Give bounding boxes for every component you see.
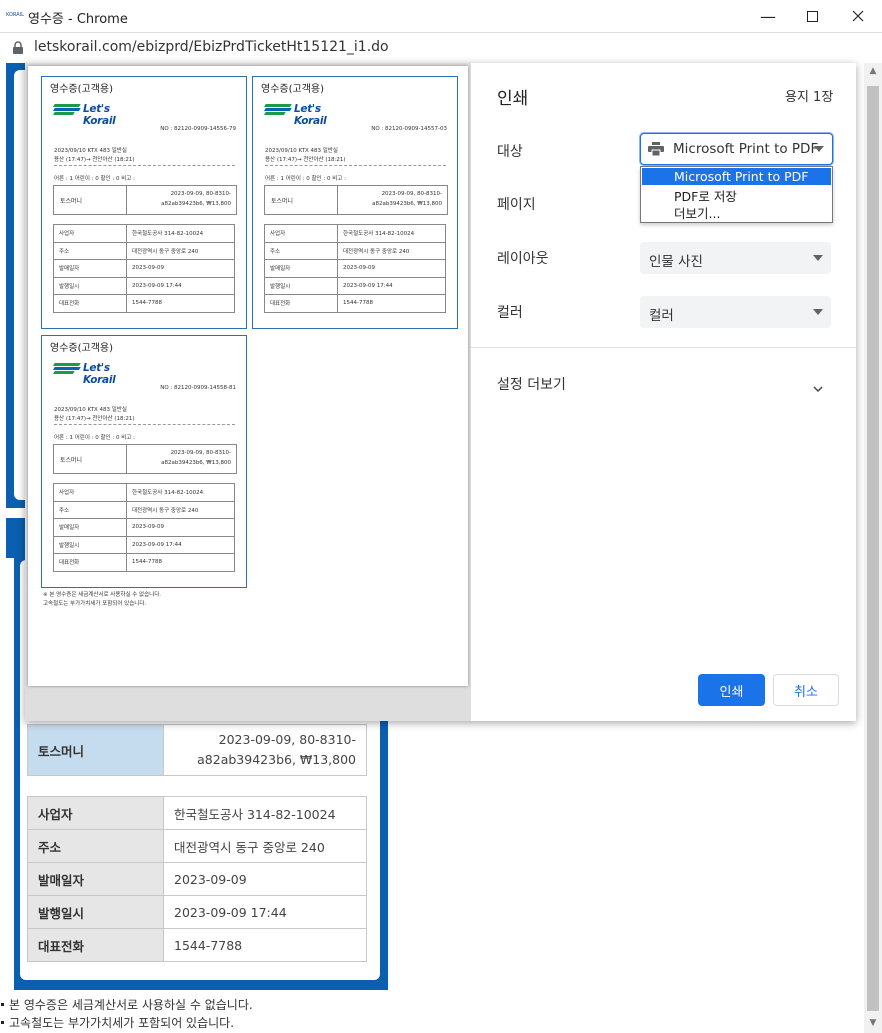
- minimize-icon[interactable]: —: [746, 4, 790, 28]
- table-row: 발매일자 2023-09-09: [27, 862, 367, 896]
- divider: [265, 165, 446, 166]
- more-settings-toggle[interactable]: 설정 더보기: [497, 374, 566, 394]
- color-label: 컬러: [497, 305, 523, 321]
- close-icon[interactable]: [836, 4, 880, 28]
- scroll-down-icon[interactable]: ▼: [866, 1018, 880, 1032]
- korail-logo: Let's Korail: [264, 103, 355, 127]
- payment-box: 토스머니 2023-09-09, 80-8310- a82ab39423b6, ₩1…: [53, 444, 237, 474]
- maximize-icon[interactable]: [790, 4, 834, 28]
- receipt-preview: 영수증(고객용) Let's Korail NO : 82120-0909-14…: [252, 76, 458, 329]
- payment-table: 토스머니 2023-09-09, 80-8310- a82ab39423b6, …: [27, 724, 367, 776]
- receipt-title: 영수증(고객용): [50, 84, 114, 95]
- receipt-preview: 영수증(고객용) Let's Korail NO : 82120-0909-14…: [41, 335, 247, 588]
- receipt-info-table: 사업자 한국철도공사 314-82-10024 주소 대전광역시 동구 중앙로 24…: [53, 224, 235, 313]
- printer-icon: [648, 142, 664, 157]
- layout-label: 레이아웃: [497, 251, 549, 267]
- divider: [471, 347, 856, 348]
- fare-info: 어른 : 1 어린이 : 0 할인 : 0 비고 :: [265, 176, 346, 182]
- train-info: 2023/09/10 KTX 483 일반실: [54, 407, 127, 413]
- receipt-info-table: 사업자 한국철도공사 314-82-10024 주소 대전광역시 동구 중앙로 24…: [264, 224, 446, 313]
- receipt-number: NO : 82120-0909-14558-81: [160, 385, 236, 391]
- print-title: 인쇄: [497, 89, 529, 109]
- payment-box: 토스머니 2023-09-09, 80-8310- a82ab39423b6, ₩1…: [53, 185, 237, 215]
- fare-info: 어른 : 1 어린이 : 0 할인 : 0 비고 :: [54, 176, 135, 182]
- table-row: 주소 대전광역시 동구 중앙로 240: [27, 829, 367, 863]
- route-info: 용산 (17:47)→ 천안아산 (18:21): [265, 157, 346, 163]
- table-row: 사업자 한국철도공사 314-82-10024: [27, 796, 367, 830]
- layout-select[interactable]: 인물 사진: [640, 242, 831, 274]
- sheet-count: 용지 1장: [785, 90, 834, 105]
- dropdown-caret-icon: [814, 146, 824, 152]
- train-info: 2023/09/10 KTX 483 일반실: [54, 148, 127, 154]
- scroll-up-icon[interactable]: ▲: [866, 66, 880, 80]
- destination-dropdown: Microsoft Print to PDF PDF로 저장 더보기...: [640, 166, 833, 223]
- color-value: 컬러: [649, 308, 674, 324]
- destination-label: 대상: [497, 144, 523, 160]
- receipt-info-table: 사업자 한국철도공사 314-82-10024 주소 대전광역시 동구 중앙로 24…: [53, 483, 235, 572]
- info-table: 사업자 한국철도공사 314-82-10024 주소 대전광역시 동구 중앙로 24…: [27, 796, 367, 962]
- receipt-number: NO : 82120-0909-14556-79: [160, 126, 236, 132]
- korail-logo: Let's Korail: [53, 103, 144, 127]
- korail-logo: Let's Korail: [53, 362, 144, 386]
- receipt-title: 영수증(고객용): [261, 84, 325, 95]
- korail-favicon-icon: KORAIL: [6, 12, 24, 18]
- window-title: 영수증 - Chrome: [28, 12, 128, 27]
- note-line: 고속철도는 부가가치세가 포함되어 있습니다.: [9, 1016, 235, 1030]
- divider: [54, 165, 235, 166]
- destination-value: Microsoft Print to PDF: [673, 141, 819, 157]
- dropdown-option[interactable]: Microsoft Print to PDF: [642, 168, 831, 185]
- payment-box: 토스머니 2023-09-09, 80-8310- a82ab39423b6, ₩1…: [264, 185, 448, 215]
- receipt-preview: 영수증(고객용) Let's Korail NO : 82120-0909-14…: [41, 76, 247, 329]
- note-line: 본 영수증은 세금계산서로 사용하실 수 없습니다.: [9, 998, 253, 1012]
- divider: [54, 424, 235, 425]
- layout-value: 인물 사진: [649, 254, 703, 270]
- color-select[interactable]: 컬러: [640, 296, 831, 328]
- scroll-thumb[interactable]: [867, 86, 879, 1011]
- print-button[interactable]: 인쇄: [698, 674, 765, 706]
- payment-value: 2023-09-09, 80-8310- a82ab39423b6, ₩13,8…: [163, 724, 367, 776]
- lock-icon[interactable]: [12, 40, 24, 54]
- receipt-title: 영수증(고객용): [50, 343, 114, 354]
- payment-label: 토스머니: [27, 724, 164, 776]
- chevron-down-icon[interactable]: [813, 378, 823, 393]
- fare-info: 어른 : 1 어린이 : 0 할인 : 0 비고 :: [54, 435, 135, 441]
- route-info: 용산 (17:47)→ 천안아산 (18:21): [54, 157, 135, 163]
- route-info: 용산 (17:47)→ 천안아산 (18:21): [54, 416, 135, 422]
- destination-select[interactable]: Microsoft Print to PDF: [640, 133, 833, 165]
- preview-footnote: ※ 본 영수증은 세금계산서로 사용하실 수 없습니다. 고속철도는 부가가치세…: [43, 592, 162, 607]
- pages-label: 페이지: [497, 197, 536, 213]
- cancel-button[interactable]: 취소: [773, 674, 839, 706]
- dropdown-option[interactable]: 더보기...: [642, 202, 831, 221]
- receipt-notes: 본 영수증은 세금계산서로 사용하실 수 없습니다. 고속철도는 부가가치세가 …: [0, 996, 253, 1032]
- receipt-number: NO : 82120-0909-14557-03: [371, 126, 447, 132]
- dropdown-caret-icon: [813, 255, 823, 261]
- table-row: 발행일시 2023-09-09 17:44: [27, 895, 367, 929]
- dropdown-caret-icon: [813, 309, 823, 315]
- table-row: 대표전화 1544-7788: [27, 928, 367, 962]
- url-text[interactable]: letskorail.com/ebizprd/EbizPrdTicketHt15…: [34, 39, 389, 55]
- dropdown-option[interactable]: PDF로 저장: [642, 185, 831, 204]
- train-info: 2023/09/10 KTX 483 일반실: [265, 148, 338, 154]
